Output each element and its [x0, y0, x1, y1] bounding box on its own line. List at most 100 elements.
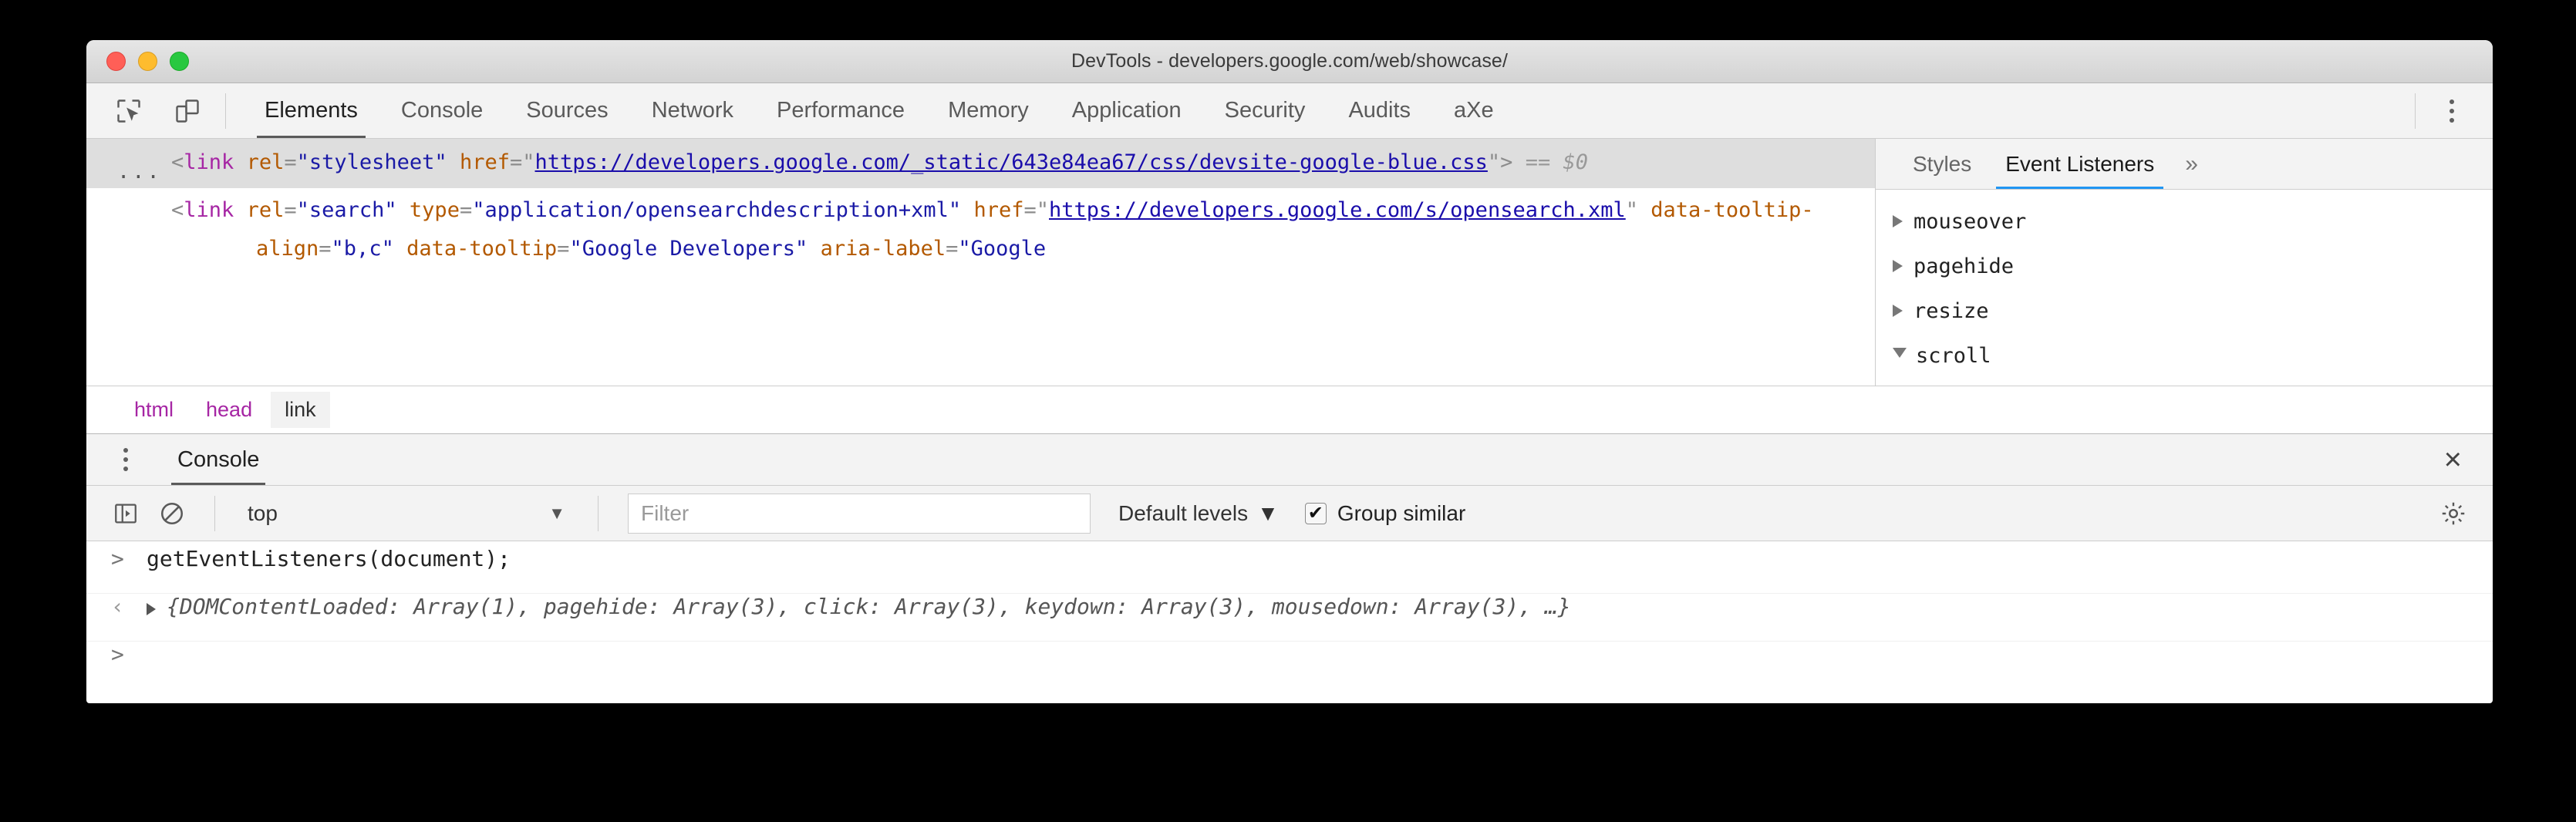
attr2-href-quote-close: "	[1626, 198, 1638, 222]
elements-panel-row: ... <link rel="stylesheet" href="https:/…	[86, 139, 2493, 386]
dom-node-selected[interactable]: ... <link rel="stylesheet" href="https:/…	[86, 139, 1875, 188]
listener-name: resize	[1913, 299, 1989, 323]
tab-application[interactable]: Application	[1050, 83, 1203, 138]
attr2-href-name: href	[973, 198, 1023, 222]
drawer-tab-console[interactable]: Console	[160, 434, 276, 485]
chevron-down-icon: ▼	[1257, 501, 1279, 526]
close-icon[interactable]: ×	[2433, 444, 2473, 475]
tag-name: link	[184, 150, 234, 174]
console-toolbar: top ▼ Filter Default levels ▼ ✔ Group si…	[86, 486, 2493, 541]
breadcrumb-item-link[interactable]: link	[271, 392, 330, 428]
prompt-marker-icon: >	[111, 642, 147, 667]
expand-triangle-icon[interactable]	[1893, 215, 1903, 227]
toolbar-right-divider	[2415, 93, 2416, 129]
tab-axe[interactable]: aXe	[1432, 83, 1516, 138]
listener-item-resize[interactable]: resize	[1893, 288, 2493, 333]
expand-triangle-icon[interactable]	[147, 603, 156, 615]
attr2-tooltip-align-value: "b,c"	[332, 237, 394, 261]
console-input-text: getEventListeners(document);	[147, 546, 511, 571]
device-toolbar-icon[interactable]	[167, 90, 208, 132]
listener-item-pagehide[interactable]: pagehide	[1893, 244, 2493, 288]
attr2-aria-label-name: aria-label	[821, 237, 946, 261]
listener-name: scroll	[1916, 344, 1991, 368]
chevron-down-icon: ▼	[548, 504, 565, 524]
attr2-tooltip-value: "Google Developers"	[569, 237, 808, 261]
listener-item-scroll[interactable]: scroll	[1893, 333, 2493, 378]
toolbar-icons	[108, 90, 208, 132]
inspect-element-icon[interactable]	[108, 90, 150, 132]
listener-name: mouseover	[1913, 210, 2026, 234]
breadcrumb-item-html[interactable]: html	[120, 392, 187, 428]
dom-breadcrumb: html head link	[86, 386, 2493, 433]
console-prompt-line[interactable]: >	[86, 642, 2493, 691]
attr-href-value-link[interactable]: https://developers.google.com/_static/64…	[535, 150, 1488, 174]
attr2-type-name: type	[410, 198, 460, 222]
attr-rel-value: "stylesheet"	[297, 150, 447, 174]
console-messages: > getEventListeners(document); ‹ {DOMCon…	[86, 541, 2493, 691]
expand-triangle-icon[interactable]	[1893, 260, 1903, 272]
chevron-double-right-icon[interactable]: »	[2171, 151, 2212, 177]
group-similar-label: Group similar	[1337, 501, 1465, 526]
attr2-type-value: "application/opensearchdescription+xml"	[472, 198, 961, 222]
console-filter-input[interactable]: Filter	[628, 494, 1091, 534]
tag-close-bracket: ">	[1488, 150, 1513, 174]
event-listeners-list: mouseover pagehide resize scroll	[1876, 190, 2493, 386]
tab-elements[interactable]: Elements	[243, 83, 379, 138]
tab-console[interactable]: Console	[379, 83, 504, 138]
attr-href-name: href	[460, 150, 510, 174]
attr-rel-name: rel	[247, 150, 285, 174]
clear-console-icon[interactable]	[151, 493, 193, 534]
devtools-toolbar: Elements Console Sources Network Perform…	[86, 83, 2493, 139]
group-similar-checkbox[interactable]: ✔	[1305, 503, 1327, 524]
console-toolbar-divider	[214, 496, 215, 531]
listener-item-mouseover[interactable]: mouseover	[1893, 199, 2493, 244]
execution-context-select[interactable]: top ▼	[237, 493, 576, 534]
tab-security[interactable]: Security	[1203, 83, 1327, 138]
attr2-tooltip-name: data-tooltip	[406, 237, 557, 261]
collapsed-siblings-badge[interactable]: ...	[117, 153, 162, 191]
attr2-href-quote: ="	[1023, 198, 1049, 222]
group-similar-toggle[interactable]: ✔ Group similar	[1305, 501, 1465, 526]
sidebar-tabs: Styles Event Listeners »	[1876, 139, 2493, 190]
execution-context-value: top	[248, 501, 278, 526]
window-title: DevTools - developers.google.com/web/sho…	[86, 50, 2493, 72]
tab-memory[interactable]: Memory	[926, 83, 1050, 138]
sidebar-tab-styles[interactable]: Styles	[1896, 139, 1988, 189]
tab-performance[interactable]: Performance	[755, 83, 926, 138]
expand-triangle-icon[interactable]	[1893, 305, 1903, 317]
devtools-window: DevTools - developers.google.com/web/sho…	[86, 40, 2493, 703]
attr2-href-value-link[interactable]: https://developers.google.com/s/opensear…	[1049, 198, 1626, 222]
input-marker-icon: >	[111, 546, 147, 571]
console-input-line[interactable]: > getEventListeners(document);	[86, 546, 2493, 594]
console-result-text: {DOMContentLoaded: Array(1), pagehide: A…	[167, 594, 1571, 619]
breadcrumb-item-head[interactable]: head	[192, 392, 266, 428]
tab-sources[interactable]: Sources	[504, 83, 629, 138]
tab-audits[interactable]: Audits	[1327, 83, 1432, 138]
listener-name: pagehide	[1913, 254, 2014, 278]
dom-node-link-stylesheet[interactable]: <link rel="stylesheet" href="https://dev…	[86, 143, 1875, 182]
sidebar-tab-event-listeners[interactable]: Event Listeners	[1988, 139, 2171, 189]
drawer-header: Console ×	[86, 433, 2493, 486]
attr2-rel-name: rel	[247, 198, 285, 222]
dom-node-link-search-content[interactable]: <link rel="search" type="application/ope…	[86, 191, 1875, 268]
more-options-icon[interactable]	[2433, 99, 2471, 123]
window-title-bar: DevTools - developers.google.com/web/sho…	[86, 40, 2493, 83]
result-marker-icon: ‹	[111, 594, 147, 619]
tag2-open-bracket: <	[171, 198, 184, 222]
drawer-more-options-icon[interactable]	[106, 448, 145, 471]
dom-tree-pane[interactable]: ... <link rel="stylesheet" href="https:/…	[86, 139, 1876, 386]
dom-node-link-search[interactable]: <link rel="search" type="application/ope…	[86, 188, 1875, 273]
tab-network[interactable]: Network	[630, 83, 755, 138]
selected-node-marker: == $0	[1526, 150, 1588, 174]
tag-open-bracket: <	[171, 150, 184, 174]
toolbar-divider	[225, 93, 226, 129]
tag2-name: link	[184, 198, 234, 222]
collapse-triangle-icon[interactable]	[1893, 348, 1907, 364]
console-sidebar-toggle-icon[interactable]	[105, 493, 147, 534]
log-levels-select[interactable]: Default levels ▼	[1118, 501, 1279, 526]
toolbar-right	[2398, 93, 2493, 129]
attr2-aria-label-value: "Google	[958, 237, 1046, 261]
console-result-line[interactable]: ‹ {DOMContentLoaded: Array(1), pagehide:…	[86, 594, 2493, 642]
panel-tabs: Elements Console Sources Network Perform…	[243, 83, 1516, 138]
console-settings-gear-icon[interactable]	[2433, 493, 2474, 534]
